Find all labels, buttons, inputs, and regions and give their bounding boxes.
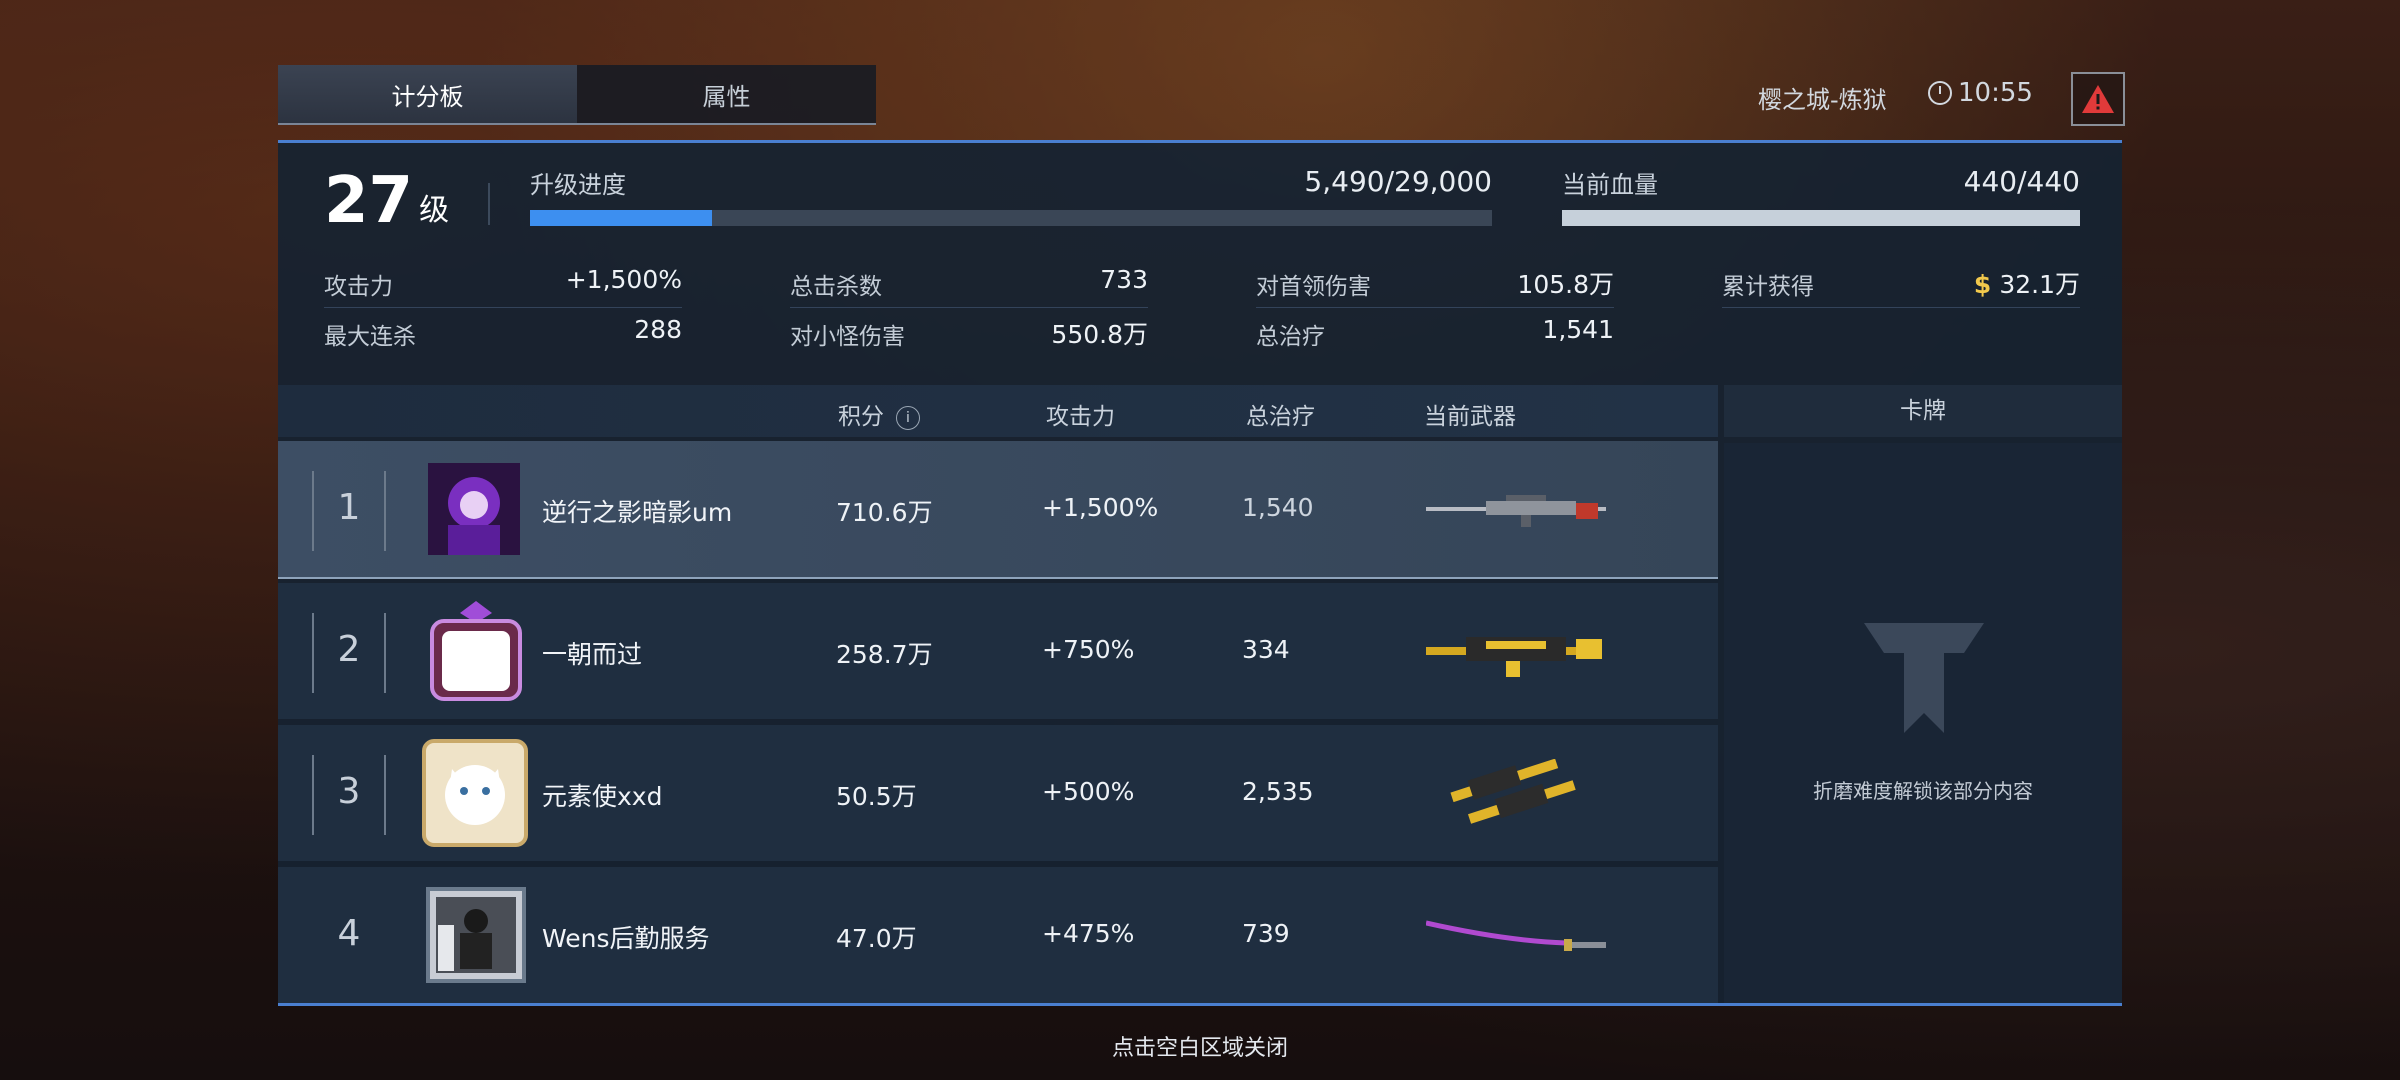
stat-label: 总治疗 <box>1256 324 1325 350</box>
stat-heal: 总治疗 1,541 <box>1256 311 1614 357</box>
map-name: 樱之城-炼狱 <box>1758 86 1887 114</box>
player-heal: 334 <box>1242 635 1290 664</box>
tab-scoreboard[interactable]: 计分板 <box>278 65 577 123</box>
table-row[interactable]: 3 元素使xxd 50.5万 +500% 2,535 <box>278 725 1718 861</box>
stat-max-streak: 最大连杀 288 <box>324 311 682 357</box>
hp-progress: 当前血量 440/440 <box>1562 165 2080 226</box>
player-heal: 1,540 <box>1242 493 1314 522</box>
earned-value: 32.1万 <box>1999 270 2080 299</box>
xp-bar-fill <box>530 210 712 226</box>
locked-emblem-icon <box>1864 623 1984 733</box>
player-level: 27 级 <box>324 169 449 233</box>
hp-bar <box>1562 210 2080 226</box>
player-attack: +1,500% <box>1042 493 1159 522</box>
player-avatar[interactable] <box>418 599 534 709</box>
tab-bar: 计分板 属性 <box>278 65 876 125</box>
player-name: Wens后勤服务 <box>542 924 710 953</box>
stat-value: 105.8万 <box>1517 270 1614 299</box>
player-heal: 739 <box>1242 919 1290 948</box>
player-name: 逆行之影暗影um <box>542 498 733 527</box>
sniper-rifle-icon <box>1426 495 1606 527</box>
stat-label: 总击杀数 <box>790 274 882 300</box>
cards-header: 卡牌 <box>1724 385 2122 437</box>
dual-gold-guns-icon <box>1450 759 1576 824</box>
stat-value: +1,500% <box>565 265 682 294</box>
level-number: 27 <box>324 164 414 238</box>
stat-label: 对首领伤害 <box>1256 274 1371 300</box>
player-score: 50.5万 <box>836 782 917 811</box>
table-header: 积分 i 攻击力 总治疗 当前武器 <box>278 385 1718 437</box>
header-score: 积分 i <box>838 397 920 431</box>
rank-number: 1 <box>337 487 361 528</box>
stat-value: 733 <box>1100 265 1148 294</box>
stat-earned: 累计获得 $32.1万 <box>1722 261 2080 308</box>
timer-value: 10:55 <box>1958 78 2033 108</box>
player-avatar[interactable] <box>422 739 528 847</box>
player-avatar[interactable] <box>428 463 520 555</box>
stat-value: $32.1万 <box>1974 265 2080 301</box>
level-unit: 级 <box>419 193 450 228</box>
stat-boss-damage: 对首领伤害 105.8万 <box>1256 261 1614 308</box>
clock-icon <box>1928 81 1952 105</box>
divider <box>488 183 490 225</box>
katana-icon <box>1426 920 1606 951</box>
report-button[interactable] <box>2071 72 2125 126</box>
header-weapon: 当前武器 <box>1424 404 1516 430</box>
info-icon[interactable]: i <box>896 405 920 430</box>
rank-number: 2 <box>337 629 361 670</box>
xp-bar <box>530 210 1492 226</box>
xp-value: 5,490/29,000 <box>1304 165 1492 198</box>
player-score: 710.6万 <box>836 498 933 527</box>
match-timer: 10:55 <box>1928 78 2033 108</box>
dollar-icon: $ <box>1973 270 1992 299</box>
player-attack: +750% <box>1042 635 1135 664</box>
stat-attack: 攻击力 +1,500% <box>324 261 682 308</box>
gold-machine-gun-icon <box>1426 637 1602 677</box>
cards-panel: 折磨难度解锁该部分内容 <box>1724 443 2122 1003</box>
header-attack: 攻击力 <box>1046 404 1115 430</box>
player-avatar[interactable] <box>424 885 528 985</box>
warning-icon <box>2082 85 2114 113</box>
player-score: 258.7万 <box>836 640 933 669</box>
rank-number: 4 <box>337 913 361 954</box>
player-attack: +475% <box>1042 919 1135 948</box>
stat-value: 288 <box>634 315 682 344</box>
stat-label: 对小怪伤害 <box>790 324 905 350</box>
stat-minion-damage: 对小怪伤害 550.8万 <box>790 311 1148 357</box>
table-row[interactable]: 1 逆行之影暗影um 710.6万 +1,500% 1,540 <box>278 441 1718 579</box>
header-score-label: 积分 <box>838 404 884 430</box>
player-name: 元素使xxd <box>542 782 663 811</box>
header-heal: 总治疗 <box>1246 404 1315 430</box>
stat-kills: 总击杀数 733 <box>790 261 1148 308</box>
close-hint[interactable]: 点击空白区域关闭 <box>0 1030 2400 1062</box>
stat-label: 累计获得 <box>1722 274 1814 300</box>
stat-value: 1,541 <box>1542 315 1614 344</box>
rank-number: 3 <box>337 771 361 812</box>
stat-value: 550.8万 <box>1051 320 1148 349</box>
scoreboard-panel: 27 级 升级进度 5,490/29,000 当前血量 440/440 攻击力 … <box>278 140 2122 1006</box>
tab-attributes[interactable]: 属性 <box>577 65 876 123</box>
stat-label: 最大连杀 <box>324 324 416 350</box>
cards-locked-message: 折磨难度解锁该部分内容 <box>1813 779 2033 803</box>
xp-progress: 升级进度 5,490/29,000 <box>530 165 1492 226</box>
stat-label: 攻击力 <box>324 274 393 300</box>
player-attack: +500% <box>1042 777 1135 806</box>
table-row[interactable]: 4 Wens后勤服务 47.0万 +475% 739 <box>278 867 1718 1003</box>
hp-value: 440/440 <box>1963 165 2080 198</box>
player-score: 47.0万 <box>836 924 917 953</box>
table-row[interactable]: 2 一朝而过 258.7万 +750% 334 <box>278 583 1718 719</box>
player-heal: 2,535 <box>1242 777 1314 806</box>
player-name: 一朝而过 <box>542 640 643 669</box>
hp-bar-fill <box>1562 210 2080 226</box>
